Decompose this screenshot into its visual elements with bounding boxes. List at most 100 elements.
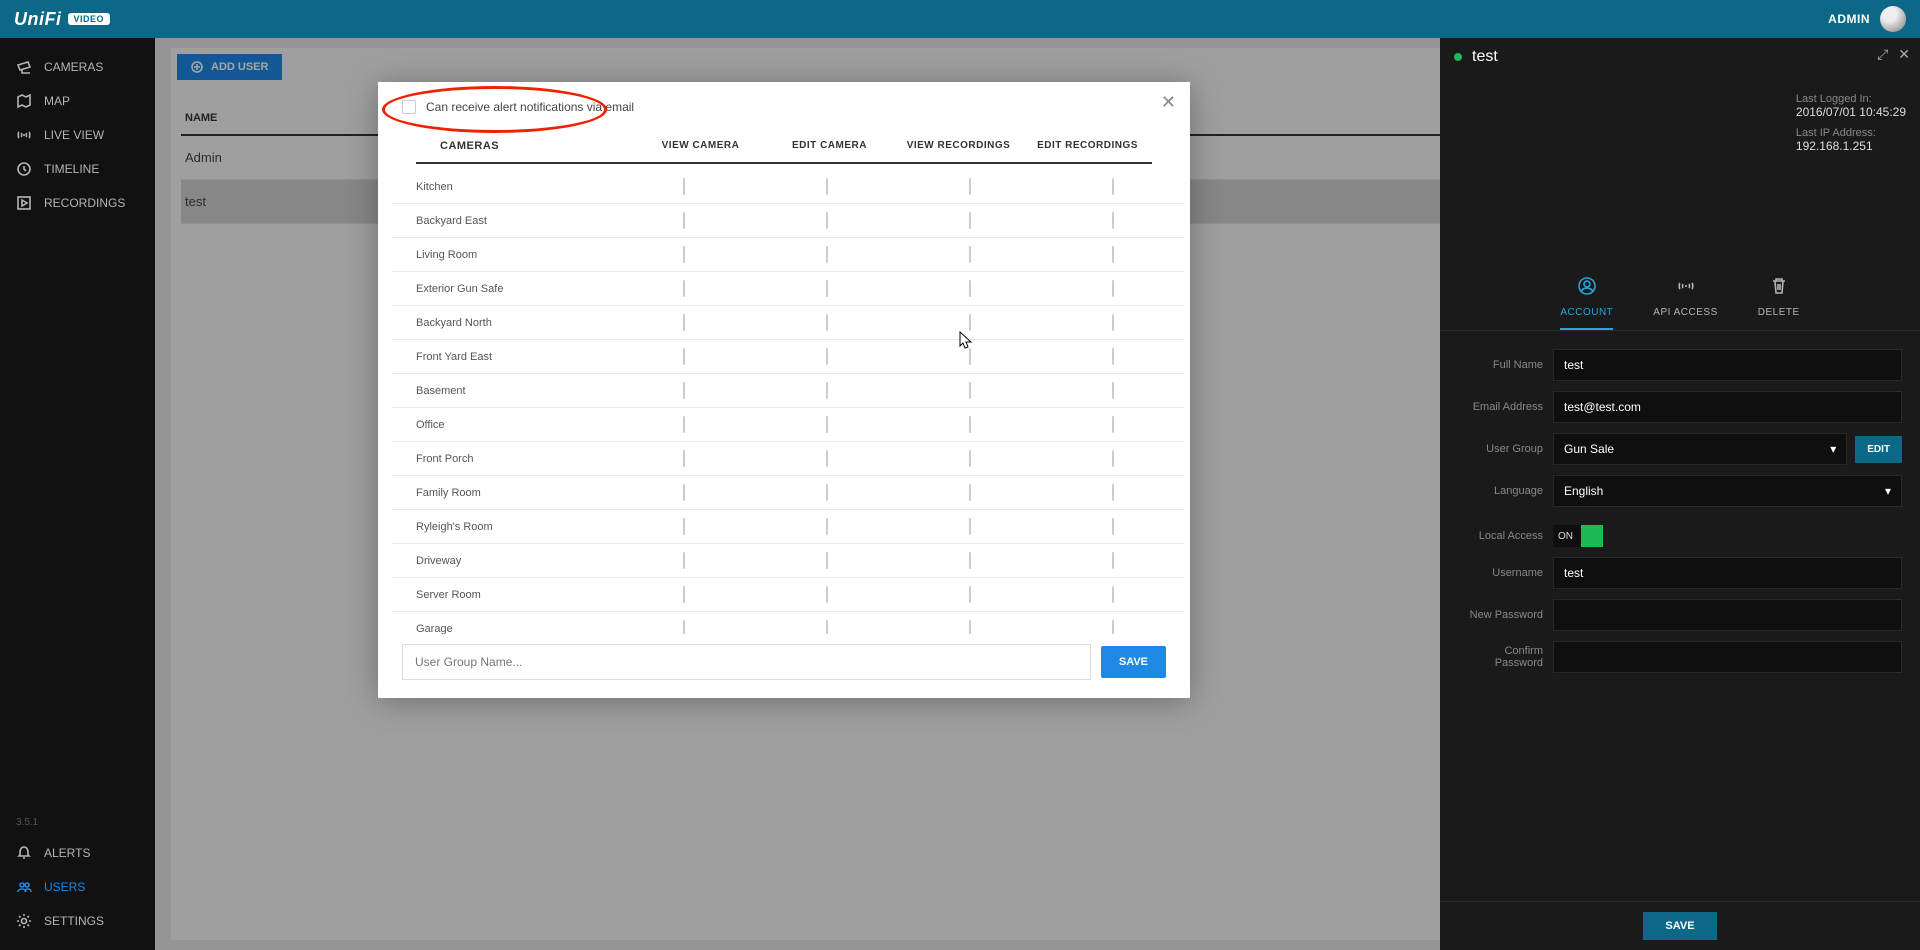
edit-recordings-checkbox[interactable]: [1112, 586, 1114, 603]
panel-save-button[interactable]: SAVE: [1643, 912, 1716, 940]
tab-delete[interactable]: DELETE: [1758, 276, 1800, 330]
edit-recordings-checkbox[interactable]: [1112, 212, 1114, 229]
edit-recordings-checkbox[interactable]: [1112, 382, 1114, 399]
col-edit-recordings[interactable]: EDIT RECORDINGS: [1023, 140, 1152, 152]
edit-camera-checkbox[interactable]: [826, 246, 828, 263]
camera-name: Kitchen: [392, 181, 612, 193]
modal-save-button[interactable]: SAVE: [1101, 646, 1166, 678]
view-camera-checkbox[interactable]: [683, 416, 685, 433]
col-view-recordings[interactable]: VIEW RECORDINGS: [894, 140, 1023, 152]
fullname-label: Full Name: [1458, 359, 1553, 371]
chevron-down-icon: ▾: [1830, 442, 1836, 456]
col-edit-camera[interactable]: EDIT CAMERA: [765, 140, 894, 152]
local-access-toggle[interactable]: ON: [1553, 525, 1603, 547]
edit-camera-checkbox[interactable]: [826, 280, 828, 297]
edit-camera-checkbox[interactable]: [826, 620, 828, 634]
view-recordings-checkbox[interactable]: [969, 586, 971, 603]
edit-recordings-checkbox[interactable]: [1112, 552, 1114, 569]
nav-cameras[interactable]: CAMERAS: [0, 50, 155, 84]
view-camera-checkbox[interactable]: [683, 314, 685, 331]
modal-close-button[interactable]: ✕: [1161, 92, 1176, 113]
permissions-table-body[interactable]: KitchenBackyard EastLiving RoomExterior …: [392, 170, 1184, 634]
edit-recordings-checkbox[interactable]: [1112, 518, 1114, 535]
view-recordings-checkbox[interactable]: [969, 518, 971, 535]
avatar[interactable]: [1880, 6, 1906, 32]
edit-camera-checkbox[interactable]: [826, 518, 828, 535]
tab-label: API ACCESS: [1653, 307, 1717, 318]
tab-account[interactable]: ACCOUNT: [1560, 276, 1613, 330]
language-select[interactable]: English ▾: [1553, 475, 1902, 507]
username-input[interactable]: [1553, 557, 1902, 589]
view-camera-checkbox[interactable]: [683, 518, 685, 535]
edit-camera-checkbox[interactable]: [826, 416, 828, 433]
edit-camera-checkbox[interactable]: [826, 348, 828, 365]
permissions-row: Exterior Gun Safe: [392, 272, 1184, 306]
edit-camera-checkbox[interactable]: [826, 314, 828, 331]
view-recordings-checkbox[interactable]: [969, 212, 971, 229]
gear-icon: [16, 913, 32, 929]
view-camera-checkbox[interactable]: [683, 552, 685, 569]
view-recordings-checkbox[interactable]: [969, 314, 971, 331]
view-recordings-checkbox[interactable]: [969, 246, 971, 263]
view-recordings-checkbox[interactable]: [969, 552, 971, 569]
view-camera-checkbox[interactable]: [683, 246, 685, 263]
view-camera-checkbox[interactable]: [683, 348, 685, 365]
expand-icon[interactable]: ⤢: [1877, 46, 1888, 63]
tab-api-access[interactable]: API ACCESS: [1653, 276, 1717, 330]
edit-camera-checkbox[interactable]: [826, 586, 828, 603]
view-camera-checkbox[interactable]: [683, 586, 685, 603]
edit-recordings-checkbox[interactable]: [1112, 620, 1114, 634]
edit-recordings-checkbox[interactable]: [1112, 246, 1114, 263]
nav-users[interactable]: USERS: [0, 870, 155, 904]
group-name-input[interactable]: [402, 644, 1091, 680]
top-user-label[interactable]: ADMIN: [1828, 12, 1870, 26]
view-camera-checkbox[interactable]: [683, 178, 685, 195]
edit-recordings-checkbox[interactable]: [1112, 348, 1114, 365]
usergroup-select[interactable]: Gun Sale ▾: [1553, 433, 1847, 465]
close-icon[interactable]: ✕: [1898, 46, 1910, 63]
edit-recordings-checkbox[interactable]: [1112, 280, 1114, 297]
nav-map[interactable]: MAP: [0, 84, 155, 118]
view-recordings-checkbox[interactable]: [969, 382, 971, 399]
edit-recordings-checkbox[interactable]: [1112, 484, 1114, 501]
view-recordings-checkbox[interactable]: [969, 178, 971, 195]
nav-recordings[interactable]: RECORDINGS: [0, 186, 155, 220]
nav-alerts[interactable]: ALERTS: [0, 836, 155, 870]
confirm-password-input[interactable]: [1553, 641, 1902, 673]
view-camera-checkbox[interactable]: [683, 382, 685, 399]
camera-name: Server Room: [392, 589, 612, 601]
col-view-camera[interactable]: VIEW CAMERA: [636, 140, 765, 152]
permissions-modal: ✕ Can receive alert notifications via em…: [378, 82, 1190, 698]
edit-recordings-checkbox[interactable]: [1112, 416, 1114, 433]
view-recordings-checkbox[interactable]: [969, 450, 971, 467]
view-camera-checkbox[interactable]: [683, 280, 685, 297]
view-camera-checkbox[interactable]: [683, 620, 685, 634]
view-camera-checkbox[interactable]: [683, 450, 685, 467]
camera-name: Ryleigh's Room: [392, 521, 612, 533]
nav-label: TIMELINE: [44, 162, 99, 176]
new-password-input[interactable]: [1553, 599, 1902, 631]
edit-group-button[interactable]: EDIT: [1855, 436, 1902, 463]
edit-camera-checkbox[interactable]: [826, 382, 828, 399]
email-alerts-checkbox[interactable]: [402, 100, 416, 114]
edit-recordings-checkbox[interactable]: [1112, 314, 1114, 331]
view-recordings-checkbox[interactable]: [969, 416, 971, 433]
view-recordings-checkbox[interactable]: [969, 280, 971, 297]
view-camera-checkbox[interactable]: [683, 484, 685, 501]
nav-live-view[interactable]: LIVE VIEW: [0, 118, 155, 152]
view-camera-checkbox[interactable]: [683, 212, 685, 229]
fullname-input[interactable]: [1553, 349, 1902, 381]
edit-camera-checkbox[interactable]: [826, 212, 828, 229]
edit-recordings-checkbox[interactable]: [1112, 450, 1114, 467]
edit-camera-checkbox[interactable]: [826, 450, 828, 467]
edit-recordings-checkbox[interactable]: [1112, 178, 1114, 195]
map-icon: [16, 93, 32, 109]
view-recordings-checkbox[interactable]: [969, 484, 971, 501]
edit-camera-checkbox[interactable]: [826, 484, 828, 501]
email-input[interactable]: [1553, 391, 1902, 423]
nav-timeline[interactable]: TIMELINE: [0, 152, 155, 186]
nav-settings[interactable]: SETTINGS: [0, 904, 155, 938]
edit-camera-checkbox[interactable]: [826, 178, 828, 195]
edit-camera-checkbox[interactable]: [826, 552, 828, 569]
view-recordings-checkbox[interactable]: [969, 620, 971, 634]
